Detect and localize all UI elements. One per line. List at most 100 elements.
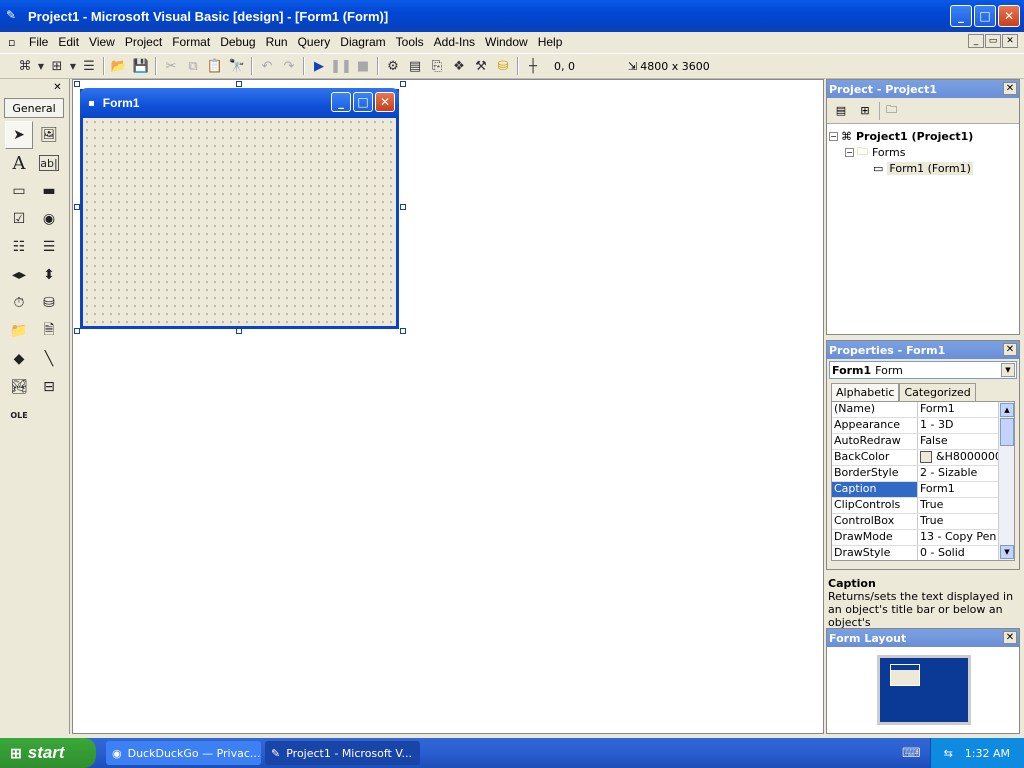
end-icon[interactable]: ■ bbox=[352, 55, 374, 77]
project-explorer-icon[interactable]: ⚙ bbox=[382, 55, 404, 77]
taskbar-item-duckduckgo[interactable]: ◉ DuckDuckGo — Privac... bbox=[106, 741, 261, 765]
drivelistbox-icon[interactable]: ⛁ bbox=[35, 289, 63, 317]
redo-icon[interactable]: ↷ bbox=[278, 55, 300, 77]
resize-handle[interactable] bbox=[74, 328, 80, 334]
property-row[interactable]: Appearance 1 - 3D bbox=[832, 418, 1014, 434]
menu-debug[interactable]: Debug bbox=[215, 35, 260, 49]
menu-help[interactable]: Help bbox=[533, 35, 568, 49]
toolbox-close-button[interactable]: ✕ bbox=[51, 81, 64, 94]
properties-window-icon[interactable]: ▤ bbox=[404, 55, 426, 77]
project-panel-close-button[interactable]: ✕ bbox=[1003, 82, 1017, 95]
menu-edit[interactable]: Edit bbox=[53, 35, 84, 49]
property-row[interactable]: ClipControls True bbox=[832, 498, 1014, 514]
form1-window[interactable]: ▪ Form1 _ □ ✕ bbox=[80, 88, 399, 329]
property-row[interactable]: BorderStyle 2 - Sizable bbox=[832, 466, 1014, 482]
resize-handle[interactable] bbox=[400, 328, 406, 334]
form1-title-bar[interactable]: ▪ Form1 _ □ ✕ bbox=[80, 88, 399, 118]
tree-node-form1[interactable]: ▭ Form1 (Form1) bbox=[829, 160, 1017, 176]
hscrollbar-icon[interactable]: ◂▸ bbox=[5, 261, 33, 289]
resize-handle[interactable] bbox=[236, 81, 242, 87]
open-project-icon[interactable]: 📂 bbox=[108, 55, 130, 77]
view-code-icon[interactable]: ▤ bbox=[831, 102, 851, 120]
shape-icon[interactable]: ◆ bbox=[5, 345, 33, 373]
form-layout-icon[interactable]: ⎘ bbox=[426, 55, 448, 77]
menu-file[interactable]: File bbox=[24, 35, 53, 49]
scroll-down-icon[interactable]: ▼ bbox=[1000, 545, 1014, 559]
minimize-button[interactable]: _ bbox=[950, 5, 972, 27]
menu-run[interactable]: Run bbox=[261, 35, 293, 49]
add-form-icon[interactable]: ⊞ bbox=[46, 55, 68, 77]
taskbar-item-vb[interactable]: ✎ Project1 - Microsoft V... bbox=[265, 741, 420, 765]
line-icon[interactable]: ╲ bbox=[35, 345, 63, 373]
menu-tools[interactable]: Tools bbox=[391, 35, 429, 49]
commandbutton-icon[interactable]: ▬ bbox=[35, 177, 63, 205]
combobox-icon[interactable]: ☷ bbox=[5, 233, 33, 261]
find-icon[interactable]: 🔭 bbox=[226, 55, 248, 77]
optionbutton-icon[interactable]: ◉ bbox=[35, 205, 63, 233]
property-row[interactable]: DrawMode 13 - Copy Pen bbox=[832, 530, 1014, 546]
resize-handle[interactable] bbox=[236, 328, 242, 334]
textbox-icon[interactable]: ab| bbox=[39, 155, 59, 171]
collapse-icon[interactable]: − bbox=[845, 147, 854, 157]
property-row[interactable]: ControlBox True bbox=[832, 514, 1014, 530]
toolbox-tab-general[interactable]: General bbox=[4, 98, 64, 118]
paste-icon[interactable]: 📋 bbox=[204, 55, 226, 77]
timer-icon[interactable]: ⏱ bbox=[5, 289, 33, 317]
cut-icon[interactable]: ✂ bbox=[160, 55, 182, 77]
object-selector[interactable]: Form1 Form ▼ bbox=[829, 361, 1017, 379]
dropdown-arrow-icon[interactable]: ▼ bbox=[36, 55, 46, 77]
menu-editor-icon[interactable]: ☰ bbox=[78, 55, 100, 77]
toolbox-icon[interactable]: ⚒ bbox=[470, 55, 492, 77]
tree-node-forms[interactable]: − 🗀 Forms bbox=[829, 144, 1017, 160]
vscrollbar-icon[interactable]: ⬍ bbox=[35, 261, 63, 289]
collapse-icon[interactable]: − bbox=[829, 131, 838, 141]
resize-handle[interactable] bbox=[400, 81, 406, 87]
mdi-restore-button[interactable]: ▭ bbox=[985, 34, 1001, 48]
copy-icon[interactable]: ⧉ bbox=[182, 55, 204, 77]
form-position-preview[interactable] bbox=[890, 664, 920, 686]
property-row-selected[interactable]: Caption Form1 bbox=[832, 482, 1014, 498]
filelistbox-icon[interactable]: 🗎 bbox=[35, 317, 63, 345]
form1-minimize-button[interactable]: _ bbox=[331, 92, 351, 112]
dropdown-arrow-icon[interactable]: ▼ bbox=[68, 55, 78, 77]
form-icon[interactable]: ▫ bbox=[8, 36, 24, 49]
save-project-icon[interactable]: 💾 bbox=[130, 55, 152, 77]
checkbox-icon[interactable]: ☑ bbox=[5, 205, 33, 233]
picturebox-icon[interactable]: 🖼 bbox=[35, 121, 63, 149]
form1-maximize-button[interactable]: □ bbox=[353, 92, 373, 112]
menu-diagram[interactable]: Diagram bbox=[335, 35, 390, 49]
tab-categorized[interactable]: Categorized bbox=[899, 383, 976, 401]
property-row[interactable]: BackColor &H8000000F bbox=[832, 450, 1014, 466]
pointer-icon[interactable]: ➤ bbox=[5, 121, 33, 149]
chevron-down-icon[interactable]: ▼ bbox=[1001, 363, 1015, 377]
data-control-icon[interactable]: ⊟ bbox=[35, 373, 63, 401]
properties-panel-close-button[interactable]: ✕ bbox=[1003, 343, 1017, 356]
listbox-icon[interactable]: ☰ bbox=[35, 233, 63, 261]
toggle-folders-icon[interactable]: 🗀 bbox=[879, 101, 899, 120]
image-icon[interactable]: 🏞 bbox=[5, 373, 33, 401]
label-icon[interactable]: A bbox=[5, 149, 33, 177]
ole-icon[interactable]: OLE bbox=[5, 401, 33, 429]
property-row[interactable]: AutoRedraw False bbox=[832, 434, 1014, 450]
close-button[interactable]: ✕ bbox=[998, 5, 1020, 27]
property-row[interactable]: DrawStyle 0 - Solid bbox=[832, 546, 1014, 560]
data-view-icon[interactable]: ⛁ bbox=[492, 55, 514, 77]
tab-alphabetic[interactable]: Alphabetic bbox=[831, 383, 900, 402]
add-project-icon[interactable]: ⌘ bbox=[14, 55, 36, 77]
maximize-button[interactable]: □ bbox=[974, 5, 996, 27]
break-icon[interactable]: ❚❚ bbox=[330, 55, 352, 77]
undo-icon[interactable]: ↶ bbox=[256, 55, 278, 77]
view-object-icon[interactable]: ⊞ bbox=[855, 102, 875, 120]
menu-query[interactable]: Query bbox=[293, 35, 336, 49]
menu-window[interactable]: Window bbox=[480, 35, 533, 49]
keyboard-icon[interactable]: ⌨ bbox=[902, 746, 921, 761]
property-row[interactable]: (Name) Form1 bbox=[832, 402, 1014, 418]
menu-format[interactable]: Format bbox=[167, 35, 215, 49]
form1-grid-surface[interactable] bbox=[83, 118, 396, 326]
menu-project[interactable]: Project bbox=[120, 35, 167, 49]
resize-handle[interactable] bbox=[74, 204, 80, 210]
frame-icon[interactable]: ▭ bbox=[5, 177, 33, 205]
menu-view[interactable]: View bbox=[84, 35, 120, 49]
mdi-minimize-button[interactable]: _ bbox=[968, 34, 984, 48]
network-icon[interactable]: ⇆ bbox=[944, 747, 953, 760]
